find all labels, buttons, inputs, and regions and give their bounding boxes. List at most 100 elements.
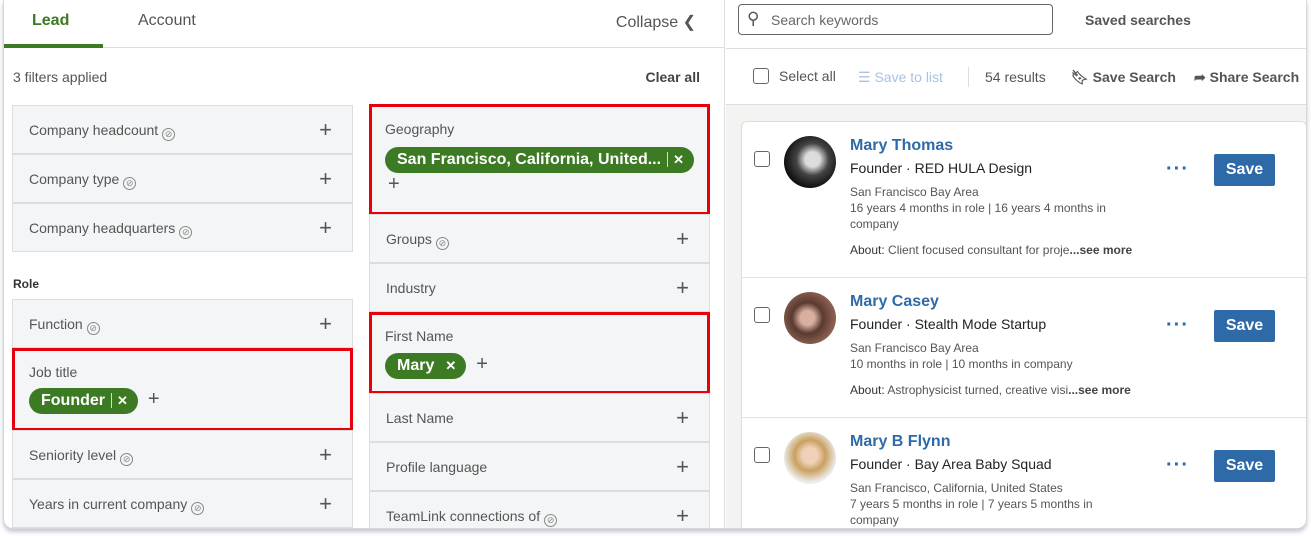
compass-icon: ⊘ [86,322,100,335]
pill-label: San Francisco, California, United... [397,151,662,168]
avatar[interactable] [784,432,836,484]
more-options-icon[interactable]: ··· [1166,158,1189,181]
save-to-list-label: Save to list [874,69,943,85]
lead-location: San Francisco Bay Area [850,185,979,199]
compass-icon: ⊘ [191,502,205,515]
lead-checkbox[interactable] [754,447,770,463]
pill-label: Mary [397,357,435,374]
clear-all-button[interactable]: Clear all [646,69,700,85]
save-search-label: Save Search [1092,69,1176,85]
share-search-button[interactable]: ➦ Share Search [1194,69,1299,86]
more-options-icon[interactable]: ··· [1166,454,1189,477]
list-icon: ☰ [858,69,875,85]
plus-icon[interactable]: + [388,173,694,196]
more-options-icon[interactable]: ··· [1166,314,1189,337]
lead-name-link[interactable]: Mary Thomas [850,137,953,155]
search-icon: ⚲ [747,9,760,28]
lead-name-link[interactable]: Mary Casey [850,293,939,311]
search-placeholder: Search keywords [771,12,879,28]
divider [726,48,1306,49]
lead-card: Mary Casey Founder · Stealth Mode Startu… [742,278,1306,418]
remove-icon[interactable]: ✕ [667,152,684,167]
lead-checkbox[interactable] [754,307,770,323]
filter-job-title[interactable]: Job title Founder ✕ + [12,348,353,431]
filter-label: Function [29,316,83,332]
lead-tenure: 10 months in role | 10 months in company [850,357,1073,371]
lead-title: Founder · Stealth Mode Startup [850,316,1047,332]
plus-icon[interactable]: + [676,275,689,301]
filter-company-headcount[interactable]: Company headcount ⊘ + [12,105,353,154]
filter-last-name[interactable]: Last Name + [369,393,710,442]
plus-icon[interactable]: + [319,215,332,241]
lead-tenure: 16 years 4 months in role | 16 years 4 m… [850,201,1106,231]
avatar[interactable] [784,136,836,188]
save-lead-button[interactable]: Save [1214,450,1275,482]
lead-location: San Francisco Bay Area [850,341,979,355]
lead-checkbox[interactable] [754,151,770,167]
plus-icon[interactable]: + [476,353,488,375]
results-header: ⚲ Search keywords Saved searches Select a… [726,0,1306,105]
share-search-label: Share Search [1209,69,1300,85]
filter-years-in-current-company[interactable]: Years in current company ⊘ + [12,479,353,528]
compass-icon: ⊘ [162,128,176,141]
lead-name-link[interactable]: Mary B Flynn [850,433,950,451]
filter-function[interactable]: Function ⊘ + [12,299,353,348]
lead-location: San Francisco, California, United States [850,481,1063,495]
filter-company-headquarters[interactable]: Company headquarters ⊘ + [12,203,353,252]
divider [968,67,969,87]
plus-icon[interactable]: + [319,442,332,468]
filter-label: Seniority level [29,447,117,463]
save-lead-button[interactable]: Save [1214,310,1275,342]
about-label: About: [850,383,885,397]
plus-icon[interactable]: + [319,311,332,337]
save-search-button[interactable]: 🔖︎ Save Search [1071,69,1176,86]
avatar[interactable] [784,292,836,344]
compass-icon: ⊘ [544,514,558,527]
plus-icon[interactable]: + [676,454,689,480]
lead-tenure: 7 years 5 months in role | 7 years 5 mon… [850,497,1093,527]
filters-applied-count: 3 filters applied [13,69,108,85]
saved-searches-button[interactable]: Saved searches [1085,12,1191,28]
plus-icon[interactable]: + [148,388,160,410]
save-lead-button[interactable]: Save [1214,154,1275,186]
plus-icon[interactable]: + [319,491,332,517]
remove-icon[interactable]: ✕ [111,393,128,408]
compass-icon: ⊘ [179,226,193,239]
remove-icon[interactable]: ✕ [440,358,456,373]
see-more-link[interactable]: ...see more [1068,383,1131,397]
filter-label: Last Name [386,410,454,426]
filter-industry[interactable]: Industry + [369,263,710,312]
filter-label: Company headquarters [29,220,176,236]
filter-geography[interactable]: Geography San Francisco, California, Uni… [369,104,710,215]
filter-panel: Lead Account Collapse ❮ 3 filters applie… [4,0,725,528]
plus-icon[interactable]: + [319,117,332,143]
search-input[interactable]: ⚲ Search keywords [738,4,1053,35]
tab-account[interactable]: Account [138,12,196,30]
filter-label: Geography [385,121,455,137]
tab-lead[interactable]: Lead [32,12,69,30]
filter-label: TeamLink connections of [386,508,541,524]
sales-navigator-window: Lead Account Collapse ❮ 3 filters applie… [3,0,1307,529]
filter-label: Company headcount [29,122,159,138]
filter-teamlink-connections[interactable]: TeamLink connections of ⊘ + [369,491,710,528]
filter-groups[interactable]: Groups ⊘ + [369,214,710,263]
collapse-button[interactable]: Collapse ❮ [616,12,696,32]
results-count: 54 results [985,69,1046,85]
plus-icon[interactable]: + [676,226,689,252]
filter-label: Profile language [386,459,488,475]
compass-icon: ⊘ [435,237,449,250]
select-all-checkbox[interactable]: Select all [753,68,836,84]
filter-seniority-level[interactable]: Seniority level ⊘ + [12,430,353,479]
about-text: Astrophysicist turned, creative visi [887,383,1069,397]
role-section-label: Role [13,277,40,291]
plus-icon[interactable]: + [319,166,332,192]
filter-profile-language[interactable]: Profile language + [369,442,710,491]
see-more-link[interactable]: ...see more [1069,243,1132,257]
geography-pill: San Francisco, California, United... ✕ [385,147,694,173]
filter-label: Company type [29,171,120,187]
filter-company-type[interactable]: Company type ⊘ + [12,154,353,203]
plus-icon[interactable]: + [676,503,689,528]
filter-tabs: Lead Account Collapse ❮ [4,0,724,48]
plus-icon[interactable]: + [676,405,689,431]
filter-first-name[interactable]: First Name Mary ✕ + [369,312,710,394]
